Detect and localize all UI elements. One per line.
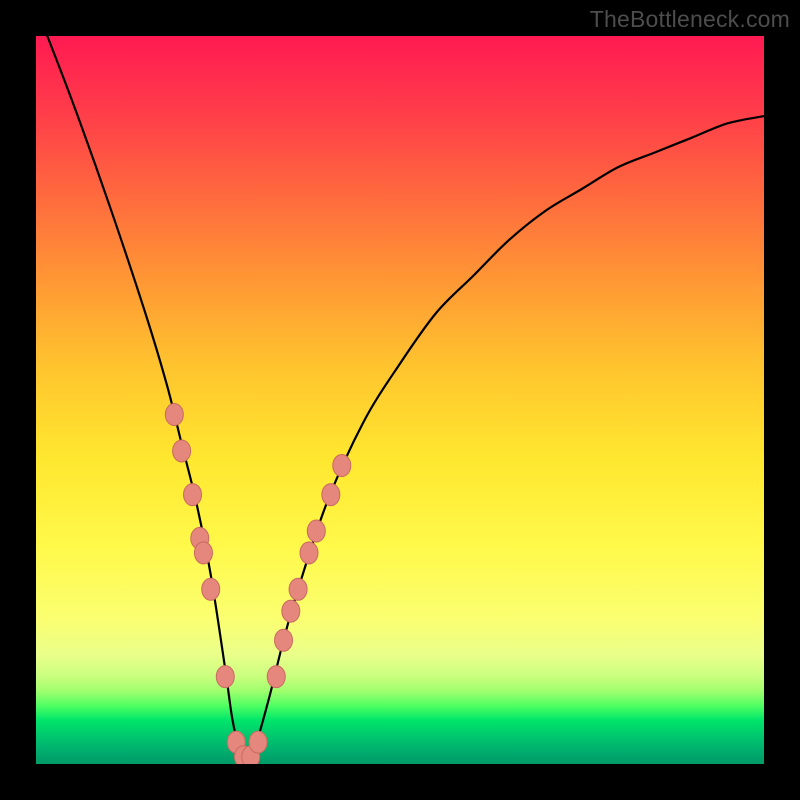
marker-point: [300, 542, 318, 564]
marker-point: [191, 527, 209, 549]
marker-point: [307, 520, 325, 542]
marker-point: [267, 666, 285, 688]
marker-point: [202, 578, 220, 600]
marker-point: [194, 542, 212, 564]
marker-point: [216, 666, 234, 688]
curve-path: [36, 36, 764, 764]
watermark-text: TheBottleneck.com: [590, 6, 790, 33]
marker-point: [282, 600, 300, 622]
marker-point: [333, 455, 351, 477]
marker-point: [184, 484, 202, 506]
marker-point: [249, 731, 267, 753]
marker-group: [165, 404, 350, 764]
marker-point: [173, 440, 191, 462]
bottleneck-curve-svg: [36, 36, 764, 764]
marker-point: [227, 731, 245, 753]
marker-point: [322, 484, 340, 506]
marker-point: [289, 578, 307, 600]
marker-point: [234, 746, 252, 764]
plot-area: [36, 36, 764, 764]
marker-point: [242, 746, 260, 764]
marker-point: [165, 404, 183, 426]
marker-point: [275, 629, 293, 651]
chart-frame: TheBottleneck.com: [0, 0, 800, 800]
